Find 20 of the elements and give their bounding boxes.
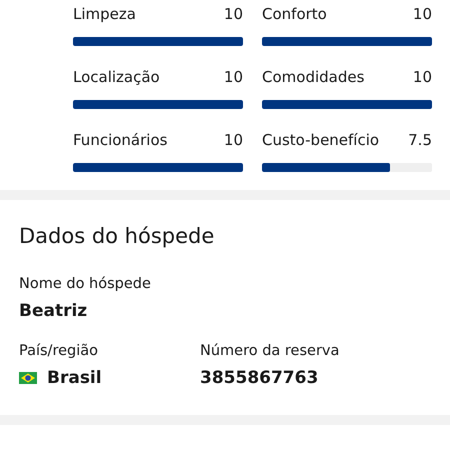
field-value: Beatriz: [19, 300, 88, 322]
rating-label: Custo-benefício: [262, 130, 380, 150]
rating-score: 10: [224, 67, 243, 87]
field-value: 3855867763: [200, 367, 318, 389]
rating-score: 10: [224, 4, 243, 24]
rating-score: 10: [224, 130, 243, 150]
field-label: Nome do hóspede: [19, 275, 152, 294]
rating-score: 10: [412, 4, 432, 24]
rating-label: Comodidades: [262, 67, 364, 87]
field-label: País/região: [19, 342, 99, 361]
field-label: Número da reserva: [200, 342, 340, 361]
rating-score: 10: [412, 67, 432, 87]
section-title: Dados do hóspede: [19, 223, 216, 250]
rating-label: Funcionários: [73, 130, 168, 150]
rating-label: Conforto: [262, 4, 327, 24]
rating-label: Localização: [73, 67, 160, 87]
flag-icon: [19, 372, 37, 384]
rating-label: Limpeza: [73, 4, 136, 24]
field-value: Brasil: [47, 367, 102, 389]
rating-score: 7.5: [408, 130, 432, 150]
